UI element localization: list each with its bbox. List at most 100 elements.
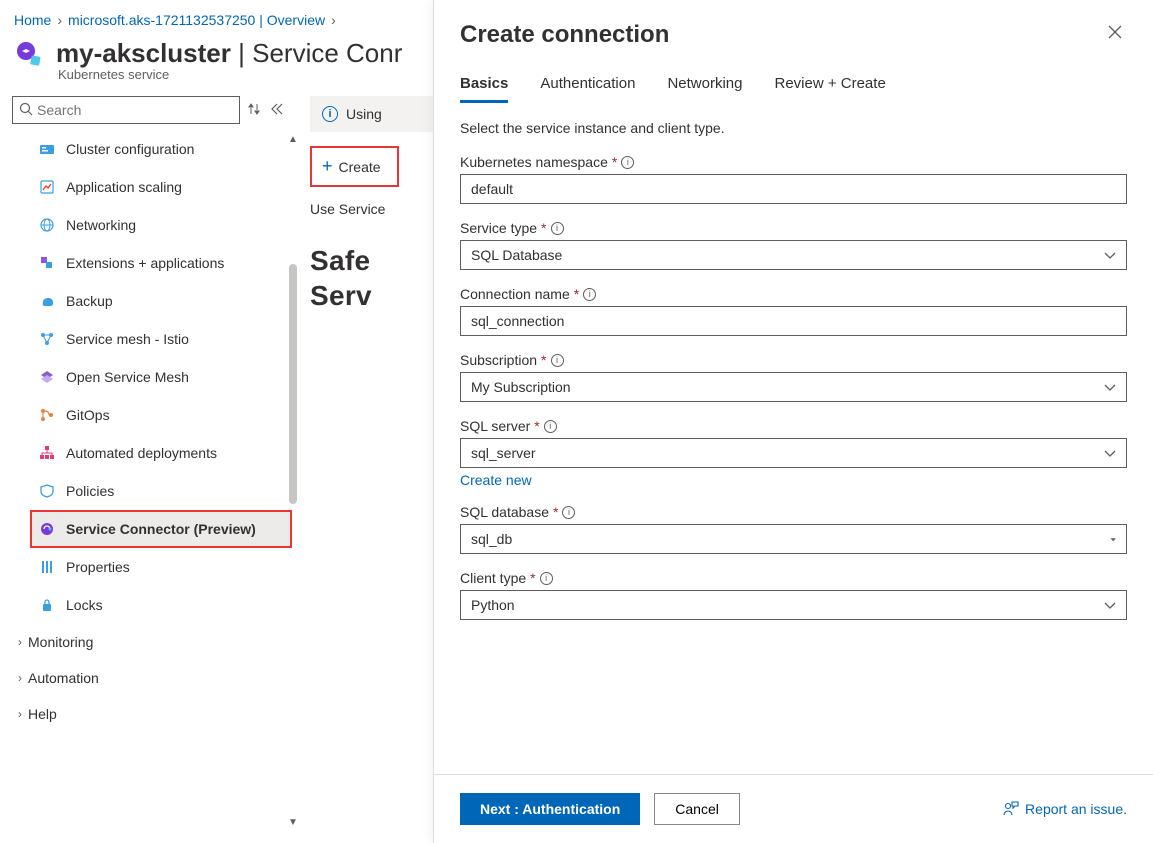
subscription-dropdown[interactable]: My Subscription [460,372,1127,402]
scrollbar-thumb[interactable] [289,264,297,504]
report-issue-link[interactable]: Report an issue. [1003,800,1127,819]
breadcrumb-sep: › [57,12,62,28]
tab-authentication[interactable]: Authentication [540,75,635,103]
nav-gitops[interactable]: GitOps [0,396,298,434]
search-box[interactable] [12,96,240,124]
backup-icon [38,292,56,310]
panel-footer: Next : Authentication Cancel Report an i… [434,774,1153,843]
dropdown-value: My Subscription [471,379,571,395]
nav-label: Service Connector (Preview) [66,520,278,538]
field-service-type: Service type * i SQL Database [460,220,1127,270]
nav-group-help[interactable]: › Help [0,696,298,732]
field-label-text: Kubernetes namespace [460,154,608,170]
create-label: Create [339,159,381,175]
nav-networking[interactable]: Networking [0,206,298,244]
nav-label: Automated deployments [66,444,286,462]
app-scaling-icon [38,178,56,196]
collapse-nav-button[interactable] [268,100,286,120]
deployments-icon [38,444,56,462]
nav-cluster-config[interactable]: Cluster configuration [0,130,298,168]
tab-review[interactable]: Review + Create [774,75,885,103]
breadcrumb-home[interactable]: Home [14,12,51,28]
cancel-button[interactable]: Cancel [654,793,740,825]
field-connection-name: Connection name * i sql_connection [460,286,1127,336]
tab-networking[interactable]: Networking [667,75,742,103]
connection-name-input[interactable]: sql_connection [460,306,1127,336]
chevron-down-icon [1104,379,1116,395]
sql-database-dropdown[interactable]: sql_db ▾ [460,524,1127,554]
nav-label: Locks [66,596,286,614]
create-button[interactable]: + Create [310,146,399,187]
plus-icon: + [322,156,333,177]
field-subscription: Subscription * i My Subscription [460,352,1127,402]
resource-name: my-akscluster [56,38,231,68]
nav-properties[interactable]: Properties [0,548,298,586]
nav-label: Policies [66,482,286,500]
nav-group-label: Help [28,706,57,722]
tab-basics[interactable]: Basics [460,75,508,103]
next-button[interactable]: Next : Authentication [460,793,640,825]
close-icon [1107,24,1123,40]
service-type-dropdown[interactable]: SQL Database [460,240,1127,270]
info-icon[interactable]: i [621,156,634,169]
nav-istio[interactable]: Service mesh - Istio [0,320,298,358]
nav-policies[interactable]: Policies [0,472,298,510]
create-connection-panel: Create connection Basics Authentication … [433,0,1153,843]
chevron-down-icon [1104,247,1116,263]
sort-button[interactable] [246,100,262,121]
chevron-down-icon [1104,597,1116,613]
info-icon[interactable]: i [540,572,553,585]
service-mesh-icon [38,368,56,386]
cluster-config-icon [38,140,56,158]
create-new-link[interactable]: Create new [460,472,532,488]
chevron-right-icon: › [18,635,22,649]
info-icon[interactable]: i [562,506,575,519]
required-icon: * [541,352,546,368]
scroll-down-icon[interactable]: ▼ [288,817,298,829]
panel-body: Select the service instance and client t… [434,104,1153,774]
networking-icon [38,216,56,234]
nav-label: Backup [66,292,286,310]
breadcrumb-parent[interactable]: microsoft.aks-1721132537250 | Overview [68,12,325,28]
nav-locks[interactable]: Locks [0,586,298,624]
dropdown-value: SQL Database [471,247,562,263]
nav-label: Cluster configuration [66,140,286,158]
nav-label: GitOps [66,406,286,424]
info-icon[interactable]: i [544,420,557,433]
field-label-text: SQL database [460,504,549,520]
scroll-up-icon[interactable]: ▲ [288,134,298,146]
input-value: default [471,181,513,197]
nav-label: Service mesh - Istio [66,330,286,348]
search-input[interactable] [37,102,233,118]
sidebar: Cluster configuration Application scalin… [0,96,298,829]
client-type-dropdown[interactable]: Python [460,590,1127,620]
nav-label: Properties [66,558,286,576]
lock-icon [38,596,56,614]
nav-group-automation[interactable]: › Automation [0,660,298,696]
scrollbar[interactable]: ▲ ▼ [288,134,298,829]
info-icon[interactable]: i [551,354,564,367]
namespace-input[interactable]: default [460,174,1127,204]
info-icon[interactable]: i [583,288,596,301]
info-icon: i [322,106,338,122]
nav-service-connector[interactable]: Service Connector (Preview) [30,510,292,548]
nav-deployments[interactable]: Automated deployments [0,434,298,472]
panel-instruction: Select the service instance and client t… [460,120,1127,136]
required-icon: * [534,418,539,434]
nav-label: Extensions + applications [66,254,286,272]
close-button[interactable] [1103,20,1127,49]
required-icon: * [574,286,579,302]
nav-osm[interactable]: Open Service Mesh [0,358,298,396]
field-label-text: Connection name [460,286,570,302]
sql-server-dropdown[interactable]: sql_server [460,438,1127,468]
nav-backup[interactable]: Backup [0,282,298,320]
field-label-text: Service type [460,220,537,236]
field-client-type: Client type * i Python [460,570,1127,620]
policies-icon [38,482,56,500]
nav-extensions[interactable]: Extensions + applications [0,244,298,282]
info-icon[interactable]: i [551,222,564,235]
required-icon: * [541,220,546,236]
nav-app-scaling[interactable]: Application scaling [0,168,298,206]
chevron-down-icon: ▾ [1110,535,1116,543]
nav-group-monitoring[interactable]: › Monitoring [0,624,298,660]
